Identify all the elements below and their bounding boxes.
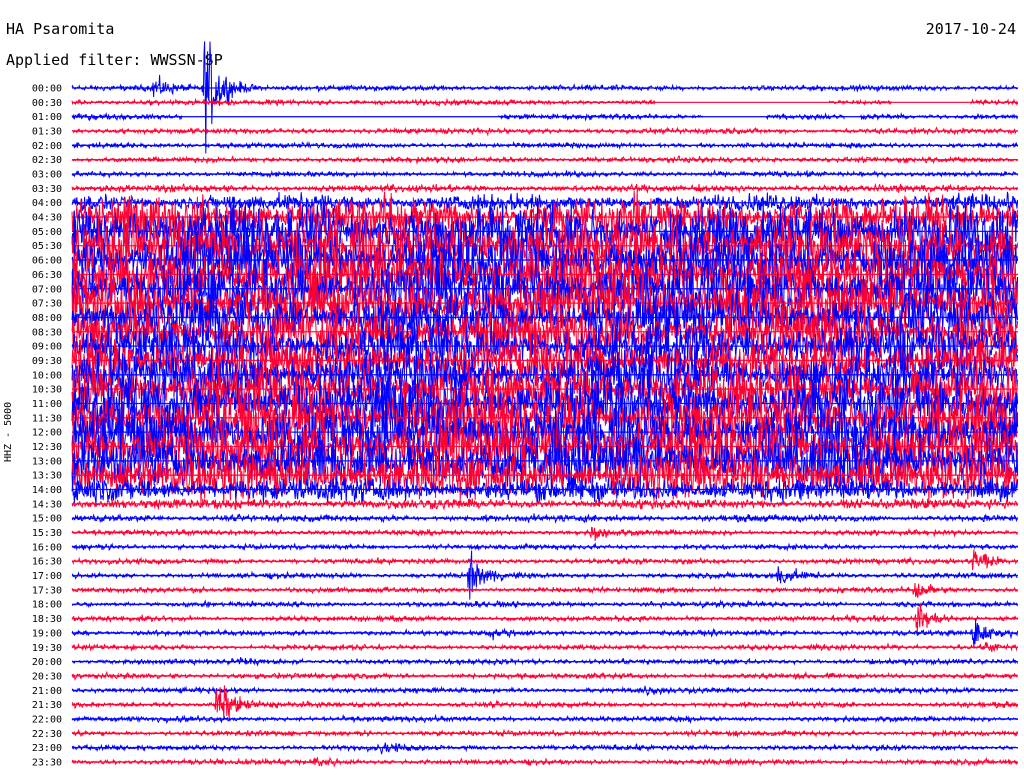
row-time-label: 08:30 — [32, 327, 62, 338]
row-time-label: 00:30 — [32, 98, 62, 109]
row-time-label: 22:30 — [32, 729, 62, 740]
row-time-label: 01:00 — [32, 112, 62, 123]
row-time-label: 20:30 — [32, 671, 62, 682]
row-time-label: 12:00 — [32, 428, 62, 439]
row-time-label: 19:00 — [32, 628, 62, 639]
row-time-label: 07:30 — [32, 299, 62, 310]
trace-line — [71, 742, 1018, 755]
row-time-label: 11:30 — [32, 413, 62, 424]
helicorder-page: HA Psaromita Applied filter: WWSSN-SP 20… — [0, 0, 1024, 780]
row-time-label: 09:30 — [32, 356, 62, 367]
row-time-label: 14:00 — [32, 485, 62, 496]
row-time-label: 12:30 — [32, 442, 62, 453]
row-time-label: 06:30 — [32, 270, 62, 281]
row-time-label: 04:30 — [32, 213, 62, 224]
row-time-label: 17:00 — [32, 571, 62, 582]
trace-line — [71, 41, 1019, 154]
row-time-label: 09:00 — [32, 342, 62, 353]
row-time-label: 21:30 — [32, 700, 62, 711]
row-time-label: 11:00 — [32, 399, 62, 410]
row-time-label: 04:00 — [32, 198, 62, 209]
trace-line — [71, 140, 1019, 150]
row-time-label: 05:30 — [32, 241, 62, 252]
row-time-label: 01:30 — [32, 127, 62, 138]
row-time-label: 20:00 — [32, 657, 62, 668]
row-time-label: 13:00 — [32, 456, 62, 467]
row-time-label: 18:30 — [32, 614, 62, 625]
row-time-label: 00:00 — [32, 84, 62, 95]
trace-line — [71, 756, 1019, 768]
row-time-label: 16:00 — [32, 542, 62, 553]
row-time-label: 13:30 — [32, 471, 62, 482]
trace-line — [71, 599, 1018, 610]
trace-line — [71, 603, 1019, 633]
trace-line — [71, 713, 1018, 725]
row-time-label: 18:00 — [32, 600, 62, 611]
row-time-label: 23:00 — [32, 743, 62, 754]
row-time-label: 15:00 — [32, 514, 62, 525]
trace-line — [71, 685, 1019, 697]
row-time-label: 15:30 — [32, 528, 62, 539]
trace-line — [71, 670, 1018, 682]
row-time-label: 07:00 — [32, 284, 62, 295]
row-time-label: 05:00 — [32, 227, 62, 238]
row-time-label: 23:30 — [32, 757, 62, 768]
row-time-label: 02:00 — [32, 141, 62, 152]
trace-line — [71, 126, 1018, 137]
row-time-label: 19:30 — [32, 643, 62, 654]
row-time-label: 16:30 — [32, 557, 62, 568]
trace-line — [71, 169, 1018, 179]
row-time-label: 22:00 — [32, 714, 62, 725]
row-time-label: 08:00 — [32, 313, 62, 324]
row-time-label: 06:00 — [32, 256, 62, 267]
row-time-label: 21:00 — [32, 686, 62, 697]
trace-line — [71, 549, 1019, 571]
row-time-label: 14:30 — [32, 499, 62, 510]
row-time-label: 03:00 — [32, 170, 62, 181]
row-time-label: 03:30 — [32, 184, 62, 195]
row-time-label: 10:00 — [32, 370, 62, 381]
trace-line — [71, 526, 1018, 542]
row-time-label: 02:30 — [32, 155, 62, 166]
row-time-label: 17:30 — [32, 585, 62, 596]
trace-line — [71, 513, 1018, 524]
helicorder-plot: 00:00 00:30 01:00 01:30 02:00 02:30 03:00 03:30… — [32, 41, 1019, 768]
row-time-label: 10:30 — [32, 385, 62, 396]
